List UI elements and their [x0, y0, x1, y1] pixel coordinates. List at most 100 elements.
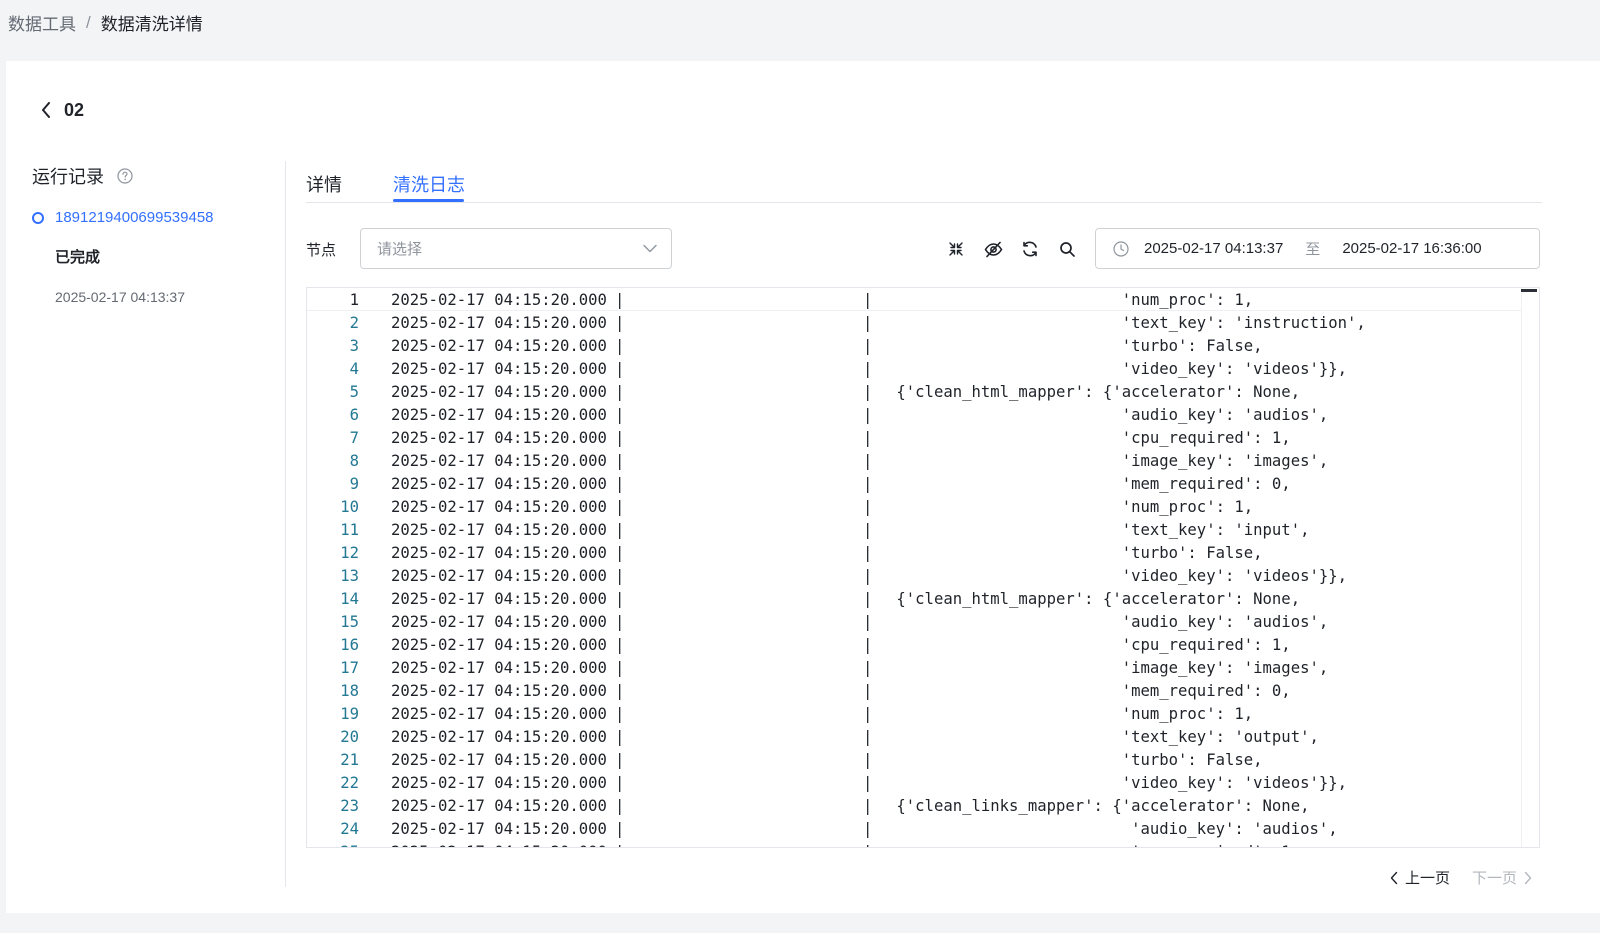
date-range-picker[interactable]: 2025-02-17 04:13:37 至 2025-02-17 16:36:0…	[1095, 228, 1540, 269]
log-timestamp: 2025-02-17 04:15:20.000	[391, 843, 607, 848]
log-message: {'clean_links_mapper': {'accelerator': N…	[887, 796, 1310, 815]
log-message: 'text_key': 'input',	[887, 520, 1310, 539]
prev-page-button[interactable]: 上一页	[1389, 867, 1450, 888]
log-scrollbar[interactable]	[1521, 288, 1539, 847]
log-message: 'audio_key': 'audios',	[887, 405, 1329, 424]
run-time: 2025-02-17 04:13:37	[55, 289, 185, 305]
prev-page-label: 上一页	[1405, 870, 1451, 887]
node-select-placeholder: 请选择	[377, 241, 423, 258]
log-message: 'video_key': 'videos'}},	[887, 359, 1348, 378]
line-number: 24	[340, 819, 359, 838]
line-number: 14	[340, 589, 359, 608]
line-number: 4	[349, 359, 359, 378]
scroll-thumb[interactable]	[1521, 289, 1537, 292]
log-line: 24 2025-02-17 04:15:20.000 | | 'audio_key':…	[307, 817, 1521, 840]
log-column-separator: |	[615, 750, 625, 769]
log-timestamp: 2025-02-17 04:15:20.000	[391, 635, 607, 654]
log-line: 21 2025-02-17 04:15:20.000 | | 'turbo': Fal…	[307, 748, 1521, 771]
question-circle-icon[interactable]	[116, 167, 134, 185]
chevron-right-icon	[1523, 871, 1533, 885]
log-column-separator: |	[863, 796, 873, 815]
tab-details[interactable]: 详情	[306, 171, 342, 206]
line-number: 13	[340, 566, 359, 585]
refresh-icon[interactable]	[1019, 238, 1041, 260]
log-column-separator: |	[863, 681, 873, 700]
log-line: 18 2025-02-17 04:15:20.000 | | 'mem_require…	[307, 679, 1521, 702]
log-line: 12 2025-02-17 04:15:20.000 | | 'turbo': Fal…	[307, 541, 1521, 564]
line-number: 19	[340, 704, 359, 723]
log-column-separator: |	[615, 336, 625, 355]
log-column-separator: |	[615, 681, 625, 700]
log-column-separator: |	[863, 382, 873, 401]
log-line: 3 2025-02-17 04:15:20.000 | | 'turbo': Fals…	[307, 334, 1521, 357]
log-timestamp: 2025-02-17 04:15:20.000	[391, 819, 607, 838]
log-line: 7 2025-02-17 04:15:20.000 | | 'cpu_required…	[307, 426, 1521, 449]
chevron-left-icon	[1389, 871, 1399, 885]
date-range-end[interactable]: 2025-02-17 16:36:00	[1342, 240, 1481, 257]
log-line: 4 2025-02-17 04:15:20.000 | | 'video_key': …	[307, 357, 1521, 380]
log-timestamp: 2025-02-17 04:15:20.000	[391, 566, 607, 585]
run-history-sidebar: 运行记录 1891219400699539458 已完成 2025-02-17 …	[6, 161, 286, 887]
run-id-row[interactable]: 1891219400699539458	[32, 209, 272, 226]
log-message: {'clean_html_mapper': {'accelerator': No…	[887, 589, 1301, 608]
date-range-separator: 至	[1305, 241, 1321, 258]
log-column-separator: |	[863, 727, 873, 746]
log-timestamp: 2025-02-17 04:15:20.000	[391, 290, 607, 309]
log-column-separator: |	[615, 727, 625, 746]
log-timestamp: 2025-02-17 04:15:20.000	[391, 313, 607, 332]
log-column-separator: |	[615, 474, 625, 493]
log-line: 2 2025-02-17 04:15:20.000 | | 'text_key': '…	[307, 311, 1521, 334]
log-column-separator: |	[863, 313, 873, 332]
log-column-separator: |	[615, 520, 625, 539]
line-number: 22	[340, 773, 359, 792]
line-number: 9	[349, 474, 359, 493]
log-line: 22 2025-02-17 04:15:20.000 | | 'video_key':…	[307, 771, 1521, 794]
line-number: 17	[340, 658, 359, 677]
log-line: 6 2025-02-17 04:15:20.000 | | 'audio_key': …	[307, 403, 1521, 426]
line-number: 20	[340, 727, 359, 746]
log-line: 1 2025-02-17 04:15:20.000 | | 'num_proc': 1…	[307, 288, 1521, 311]
breadcrumb-parent-link[interactable]: 数据工具	[8, 10, 76, 35]
log-timestamp: 2025-02-17 04:15:20.000	[391, 428, 607, 447]
date-range-start[interactable]: 2025-02-17 04:13:37	[1144, 240, 1283, 257]
log-column-separator: |	[615, 843, 624, 848]
node-filter-label: 节点	[306, 242, 337, 259]
run-id-link[interactable]: 1891219400699539458	[55, 209, 214, 226]
line-number: 16	[340, 635, 359, 654]
log-column-separator: |	[615, 543, 625, 562]
line-number: 21	[340, 750, 359, 769]
log-timestamp: 2025-02-17 04:15:20.000	[391, 681, 607, 700]
log-message: 'text_key': 'instruction',	[887, 313, 1366, 332]
log-message: 'num_proc': 1,	[887, 497, 1254, 516]
log-line: 10 2025-02-17 04:15:20.000 | | 'num_proc': …	[307, 495, 1521, 518]
collapse-icon[interactable]	[945, 238, 967, 260]
log-timestamp: 2025-02-17 04:15:20.000	[391, 658, 607, 677]
log-column-separator: |	[615, 589, 625, 608]
run-status: 已完成	[55, 249, 101, 266]
log-message: 'audio_key': 'audios',	[887, 612, 1329, 631]
line-number: 5	[349, 382, 359, 401]
search-icon[interactable]	[1056, 238, 1078, 260]
log-line: 14 2025-02-17 04:15:20.000 | | {'clean_html…	[307, 587, 1521, 610]
line-number: 18	[340, 681, 359, 700]
log-timestamp: 2025-02-17 04:15:20.000	[391, 704, 607, 723]
log-column-separator: |	[615, 635, 625, 654]
log-timestamp: 2025-02-17 04:15:20.000	[391, 796, 607, 815]
log-viewer[interactable]: 1 2025-02-17 04:15:20.000 | | 'num_proc': 1…	[306, 287, 1540, 848]
node-select[interactable]: 请选择	[360, 228, 672, 269]
active-tab-indicator	[393, 199, 464, 202]
line-number: 11	[340, 520, 359, 539]
run-record-item[interactable]: 1891219400699539458 已完成 2025-02-17 04:13…	[32, 209, 272, 305]
breadcrumb-separator: /	[86, 12, 91, 32]
log-message: {'clean_html_mapper': {'accelerator': No…	[887, 382, 1301, 401]
log-message: 'audio_key': 'audios',	[887, 819, 1338, 838]
log-column-separator: |	[863, 566, 873, 585]
log-column-separator: |	[863, 773, 873, 792]
sidebar-header: 运行记录	[32, 163, 134, 189]
chevron-left-icon[interactable]	[36, 99, 56, 121]
log-timestamp: 2025-02-17 04:15:20.000	[391, 750, 607, 769]
log-column-separator: |	[615, 313, 625, 332]
next-page-button[interactable]: 下一页	[1472, 867, 1533, 888]
eye-off-icon[interactable]	[982, 238, 1004, 260]
log-timestamp: 2025-02-17 04:15:20.000	[391, 589, 607, 608]
